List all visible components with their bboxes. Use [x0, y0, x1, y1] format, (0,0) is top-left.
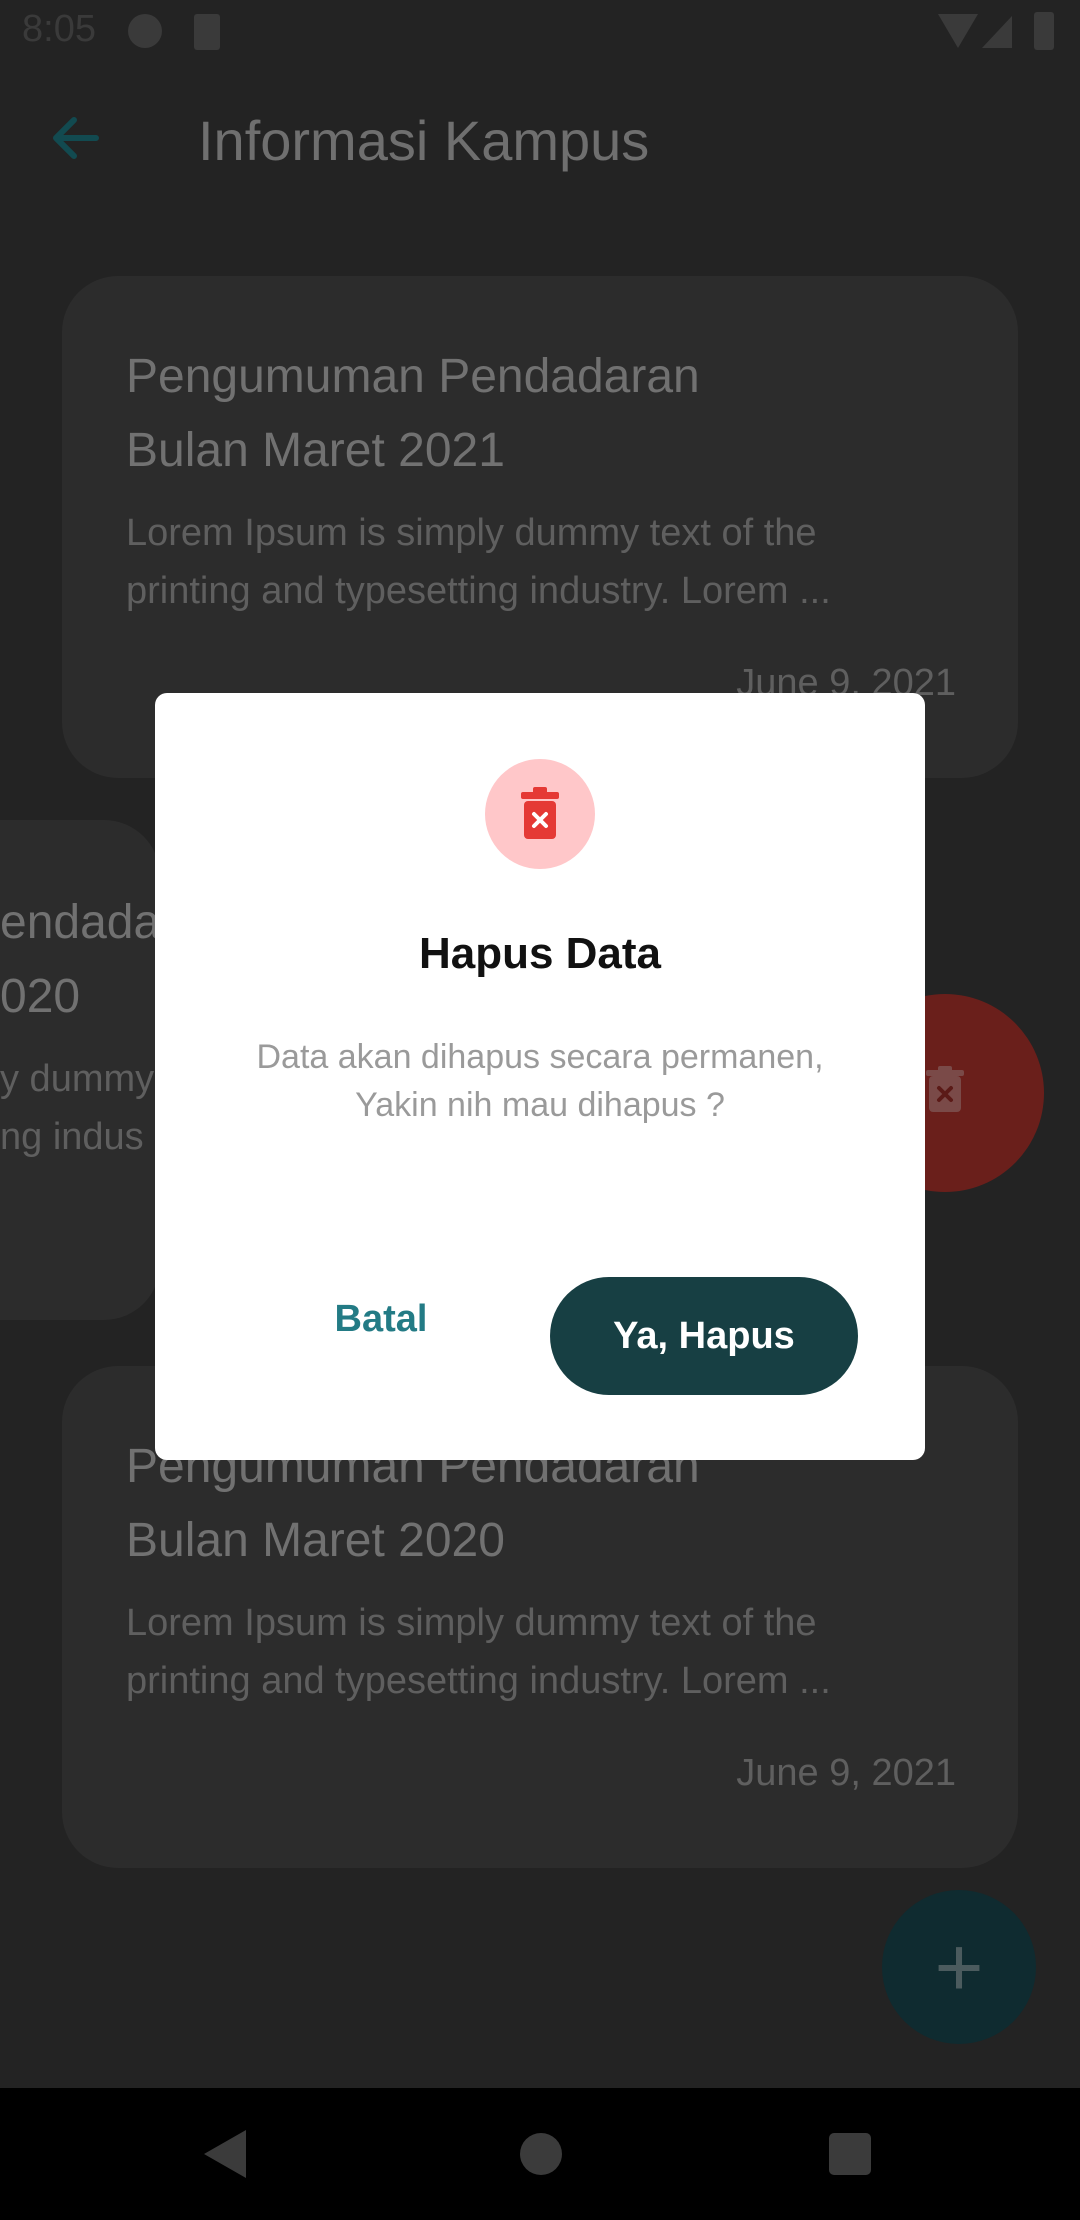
dialog-icon-badge: [485, 759, 595, 869]
system-nav-bar: [0, 2088, 1080, 2220]
card-body-line: printing and typesetting industry. Lorem…: [126, 1660, 831, 1702]
trash-x-icon: [521, 787, 559, 839]
card-title-line: Bulan Maret 2021: [126, 424, 505, 477]
dialog-message-line: Yakin nih mau dihapus ?: [355, 1086, 725, 1124]
page-title: Informasi Kampus: [198, 109, 650, 172]
card-body-line: Lorem Ipsum is simply dummy text of the: [126, 512, 817, 554]
screen: 8:05 Informasi Kampus Pengumuman Pendada…: [0, 0, 1080, 2220]
delete-confirm-dialog: Hapus Data Data akan dihapus secara perm…: [155, 693, 925, 1460]
back-arrow-icon[interactable]: [46, 108, 106, 168]
card-body-line: y dummy: [0, 1058, 155, 1100]
trash-icon: [926, 1066, 964, 1114]
card-title-line: endada: [0, 896, 160, 949]
swiped-card-clip: endada 020 y dummy ng indus: [0, 820, 160, 1320]
sd-card-icon: [194, 14, 220, 50]
nav-recents-icon[interactable]: [829, 2133, 871, 2175]
status-time: 8:05: [22, 8, 96, 50]
settings-gear-icon: [128, 14, 162, 48]
plus-icon: +: [934, 1919, 984, 2014]
card-body-line: Lorem Ipsum is simply dummy text of the: [126, 1602, 817, 1644]
battery-icon: [1034, 12, 1054, 50]
signal-icon: [982, 16, 1012, 48]
status-bar: 8:05: [0, 0, 1080, 64]
swiped-announcement-card[interactable]: endada 020 y dummy ng indus: [0, 820, 160, 1320]
cancel-button[interactable]: Batal: [288, 1277, 474, 1361]
dialog-message-line: Data akan dihapus secara permanen,: [256, 1038, 824, 1076]
nav-back-icon[interactable]: [204, 2130, 246, 2178]
card-date: June 9, 2021: [736, 1752, 956, 1794]
card-title-line: Pengumuman Pendadaran: [126, 350, 700, 403]
wifi-icon: [938, 14, 978, 48]
nav-home-icon[interactable]: [520, 2133, 562, 2175]
card-body-line: printing and typesetting industry. Lorem…: [126, 570, 831, 612]
card-title-line: 020: [0, 970, 81, 1023]
card-body-line: ng indus: [0, 1116, 144, 1158]
card-title-line: Bulan Maret 2020: [126, 1514, 505, 1567]
dialog-title: Hapus Data: [418, 929, 662, 978]
app-bar: Informasi Kampus: [0, 64, 1080, 222]
dialog-message: Data akan dihapus secara permanen, Yakin…: [215, 1033, 865, 1129]
add-button[interactable]: +: [882, 1890, 1036, 2044]
confirm-delete-button[interactable]: Ya, Hapus: [550, 1277, 858, 1395]
